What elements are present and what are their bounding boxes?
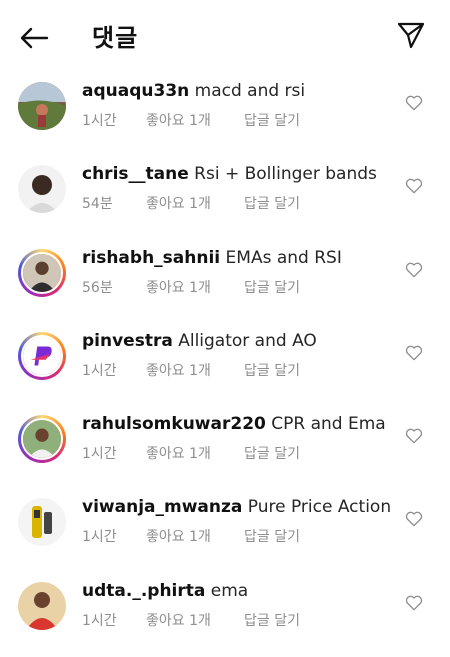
avatar[interactable]: [18, 581, 66, 630]
comment-row: viwanja_mwanza Pure Price Action 1시간 좋아요 …: [0, 490, 450, 573]
heart-icon[interactable]: [404, 343, 424, 363]
username[interactable]: viwanja_mwanza: [82, 497, 242, 517]
comment-text-line: udta._.phirta ema: [82, 579, 248, 603]
comment-time: 1시간: [82, 113, 117, 129]
comment-row: udta._.phirta ema 1시간 좋아요 1개 답글 달기: [0, 574, 450, 657]
username[interactable]: chris__tane: [82, 164, 189, 184]
comment-meta: 1시간 좋아요 1개 답글 달기: [82, 110, 300, 130]
arrow-left-icon: [20, 27, 49, 49]
likes-count[interactable]: 좋아요 1개: [146, 110, 244, 130]
reply-button[interactable]: 답글 달기: [244, 193, 300, 213]
username[interactable]: rishabh_sahnii: [82, 248, 220, 268]
likes-count[interactable]: 좋아요 1개: [146, 610, 244, 630]
avatar-photo-icon: [18, 165, 66, 214]
avatar-photo-icon: [23, 253, 61, 292]
reply-button[interactable]: 답글 달기: [244, 443, 300, 463]
avatar-image: [21, 418, 63, 461]
comment-body: EMAs and RSI: [225, 247, 342, 268]
avatar[interactable]: [18, 498, 66, 547]
reply-button[interactable]: 답글 달기: [244, 610, 300, 630]
avatar[interactable]: [18, 82, 66, 130]
pinvestra-logo-icon: [23, 336, 61, 375]
avatar[interactable]: [18, 165, 66, 214]
comment-meta: 1시간 좋아요 1개 답글 달기: [82, 610, 300, 630]
comment-body: macd and rsi: [194, 81, 306, 101]
username[interactable]: aquaqu33n: [82, 81, 189, 101]
heart-icon[interactable]: [404, 426, 424, 446]
comment-time: 1시간: [82, 362, 117, 379]
username[interactable]: pinvestra: [82, 331, 173, 351]
comment-row: rahulsomkuwar220 CPR and Ema 1시간 좋아요 1개 답글…: [0, 407, 450, 490]
reply-button[interactable]: 답글 달기: [244, 110, 300, 130]
comment-meta: 1시간 좋아요 1개 답글 달기: [82, 443, 300, 463]
comment-time: 54분: [82, 196, 113, 213]
page-title: 댓글: [92, 24, 139, 52]
comment-meta: 1시간 좋아요 1개 답글 달기: [82, 360, 300, 380]
comment-body: Pure Price Action: [247, 497, 392, 518]
avatar-photo-icon: [18, 82, 66, 130]
likes-count[interactable]: 좋아요 1개: [146, 277, 244, 297]
comment-row: pinvestra Alligator and AO 1시간 좋아요 1개 답글 달…: [0, 324, 450, 407]
back-button[interactable]: [16, 20, 52, 56]
heart-icon[interactable]: [404, 593, 424, 613]
comment-meta: 56분 좋아요 1개 답글 달기: [82, 277, 300, 297]
comment-text-line: chris__tane Rsi + Bollinger bands: [82, 162, 377, 186]
avatar-image: [21, 251, 63, 294]
comment-body: Alligator and AO: [178, 330, 317, 351]
heart-icon[interactable]: [404, 176, 424, 196]
comment-text-line: viwanja_mwanza Pure Price Action: [82, 495, 391, 519]
comment-row: aquaqu33n macd and rsi 1시간 좋아요 1개 답글 달기: [0, 74, 450, 157]
username[interactable]: udta._.phirta: [82, 581, 205, 601]
reply-button[interactable]: 답글 달기: [244, 277, 300, 297]
avatar-photo-icon: [23, 420, 61, 459]
comment-row: rishabh_sahnii EMAs and RSI 56분 좋아요 1개 답글 …: [0, 241, 450, 324]
heart-icon[interactable]: [404, 260, 424, 280]
comment-text-line: pinvestra Alligator and AO: [82, 329, 317, 353]
comment-body: ema: [210, 580, 249, 601]
send-icon: [397, 22, 425, 49]
reply-button[interactable]: 답글 달기: [244, 526, 300, 546]
comment-meta: 1시간 좋아요 1개 답글 달기: [82, 526, 300, 546]
comment-text-line: aquaqu33n macd and rsi: [82, 79, 305, 103]
likes-count[interactable]: 좋아요 1개: [146, 360, 244, 380]
avatar[interactable]: [18, 331, 66, 380]
comment-row: chris__tane Rsi + Bollinger bands 54분 좋아요…: [0, 157, 450, 240]
avatar-image: [21, 334, 63, 377]
reply-button[interactable]: 답글 달기: [244, 360, 300, 380]
avatar-photo-icon: [18, 581, 66, 630]
avatar[interactable]: [18, 415, 66, 464]
comment-list: aquaqu33n macd and rsi 1시간 좋아요 1개 답글 달기 ch…: [0, 74, 450, 657]
comment-meta: 54분 좋아요 1개 답글 달기: [82, 193, 300, 213]
username[interactable]: rahulsomkuwar220: [82, 414, 266, 434]
likes-count[interactable]: 좋아요 1개: [146, 526, 244, 546]
heart-icon[interactable]: [404, 509, 424, 529]
send-button[interactable]: [394, 18, 428, 52]
comment-time: 1시간: [82, 529, 117, 546]
comment-text-line: rishabh_sahnii EMAs and RSI: [82, 246, 342, 270]
heart-icon[interactable]: [404, 93, 424, 113]
likes-count[interactable]: 좋아요 1개: [146, 193, 244, 213]
comment-body: CPR and Ema: [271, 414, 386, 435]
comment-body: Rsi + Bollinger bands: [194, 164, 377, 185]
comment-time: 56분: [82, 279, 113, 296]
likes-count[interactable]: 좋아요 1개: [146, 443, 244, 463]
header: 댓글: [0, 0, 450, 72]
avatar-photo-icon: [18, 498, 66, 547]
comment-time: 1시간: [82, 612, 117, 629]
comment-text-line: rahulsomkuwar220 CPR and Ema: [82, 412, 386, 436]
avatar[interactable]: [18, 248, 66, 297]
comment-time: 1시간: [82, 446, 117, 463]
